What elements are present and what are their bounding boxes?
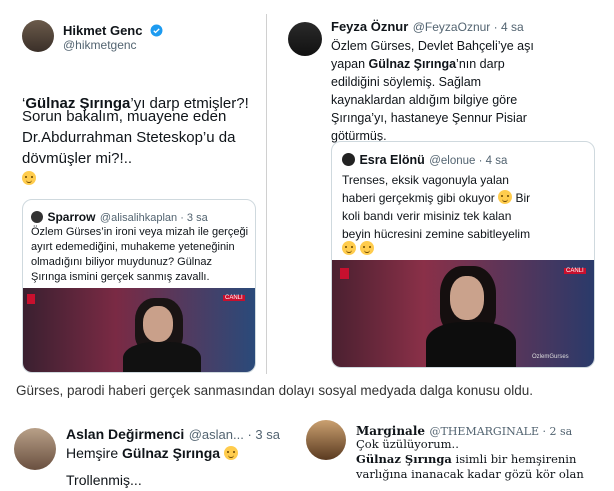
tweet-text: Hemşire Gülnaz Şırınga (66, 443, 266, 464)
article-caption: Gürses, parodi haberi gerçek sanmasından… (16, 383, 534, 398)
quote-text: Özlem Gürses’in ironi veya mizah ile ger… (31, 226, 249, 283)
avatar (342, 153, 355, 166)
author-name[interactable]: Hikmet Genc (63, 23, 142, 38)
author-name[interactable]: Aslan Değirmenci (66, 426, 184, 442)
anchor-face (450, 276, 484, 320)
quote-author-handle[interactable]: @elonue · 4 sa (429, 155, 507, 167)
author-name[interactable]: Marginale (356, 424, 425, 438)
halk-tv-logo (340, 268, 349, 279)
live-badge: CANLI (223, 295, 245, 301)
tweet-text-body: Sorun bakalım, muayene eden Dr.Abdurrahm… (22, 108, 236, 167)
watermark: OzlemGurses (532, 354, 569, 360)
quote-author-name[interactable]: Esra Elönü (359, 153, 424, 167)
avatar[interactable] (288, 22, 322, 56)
anchor-body (426, 322, 516, 367)
avatar[interactable] (22, 20, 54, 52)
tweet-text: Çok üzülüyorum.. Gülnaz Şırınga isimli b… (356, 437, 584, 481)
emoji-pair (342, 240, 375, 258)
author-name[interactable]: Feyza Öznur (331, 19, 408, 34)
smile-emoji (22, 170, 36, 188)
anchor-body (123, 342, 201, 372)
avatar[interactable] (306, 420, 346, 460)
verified-badge-icon (150, 24, 163, 37)
quoted-tweet[interactable]: Esra Elönü @elonue · 4 sa Trenses, eksik… (331, 141, 595, 368)
column-divider (266, 14, 267, 374)
avatar[interactable] (14, 428, 56, 470)
author-handle[interactable]: @aslan... · 3 sa (189, 427, 280, 442)
laughing-emoji (498, 190, 513, 204)
live-badge: CANLI (564, 268, 586, 274)
news-video-thumbnail[interactable]: CANLI OzlemGurses (332, 260, 594, 367)
quote-text: Trenses, eksik vagonuyla yalan haberi ge… (342, 173, 531, 241)
quote-author-name[interactable]: Sparrow (47, 210, 95, 224)
quote-author-handle[interactable]: @alisalihkaplan · 3 sa (100, 212, 208, 224)
news-video-thumbnail[interactable]: CANLI (23, 288, 255, 372)
smile-emoji (223, 446, 238, 460)
author-handle[interactable]: @hikmetgenc (63, 38, 137, 52)
tweet-text: Özlem Gürses, Devlet Bahçeli’ye aşı yapa… (331, 39, 534, 143)
author-handle[interactable]: @FeyzaOznur · 4 sa (413, 20, 524, 34)
halk-tv-logo (27, 294, 35, 304)
anchor-face (143, 306, 173, 342)
quoted-tweet[interactable]: Sparrow @alisalihkaplan · 3 sa Özlem Gür… (22, 199, 256, 373)
tweet-text-2: Trollenmiş... (66, 472, 142, 488)
avatar (31, 211, 43, 223)
